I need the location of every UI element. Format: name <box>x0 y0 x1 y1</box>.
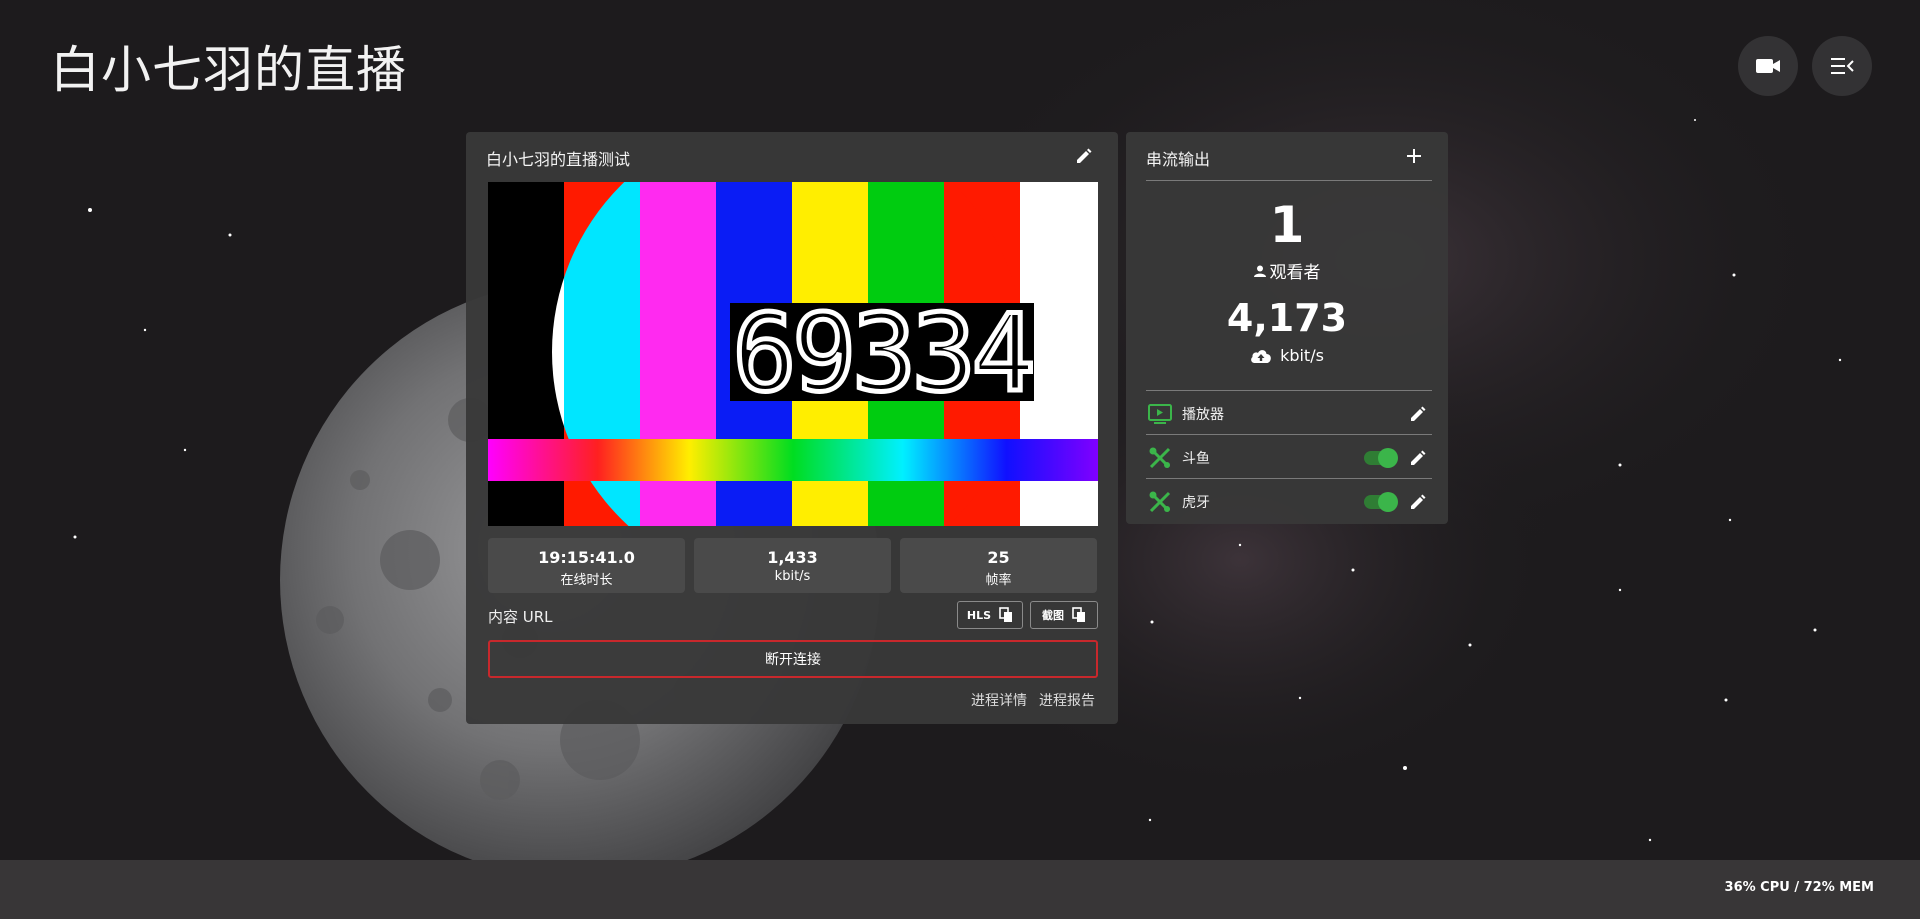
add-egress-button[interactable] <box>1402 144 1426 168</box>
cloud-upload-icon <box>1251 349 1271 363</box>
egress-card: 串流输出 1 观看者 4,173 kbit/s 播放器 斗鱼 虎牙 <box>1126 132 1448 524</box>
douyu-toggle[interactable] <box>1364 448 1398 468</box>
pencil-icon <box>1411 450 1426 465</box>
tools-icon <box>1149 491 1171 513</box>
content-url-label: 内容 URL <box>488 608 553 626</box>
test-pattern-image: 69334 <box>488 182 1098 526</box>
process-report-link[interactable]: 进程报告 <box>1039 690 1095 710</box>
pencil-icon <box>1077 148 1092 163</box>
person-icon <box>1253 265 1266 277</box>
bandwidth-value: 4,173 <box>1226 296 1348 340</box>
bandwidth-unit: kbit/s <box>1280 346 1324 365</box>
egress-row-player[interactable]: 播放器 <box>1146 392 1432 434</box>
edit-huya-button[interactable] <box>1406 490 1430 514</box>
bandwidth-row: kbit/s <box>1126 346 1448 365</box>
disconnect-button[interactable]: 断开连接 <box>488 640 1098 678</box>
egress-row-douyu[interactable]: 斗鱼 <box>1146 436 1432 478</box>
tools-icon <box>1149 447 1171 469</box>
divider <box>1146 478 1432 479</box>
menu-button[interactable] <box>1812 36 1872 96</box>
divider <box>1146 180 1432 181</box>
huya-toggle[interactable] <box>1364 492 1398 512</box>
egress-title: 串流输出 <box>1146 150 1211 169</box>
framerate-value: 25 <box>987 548 1010 567</box>
copy-hls-button[interactable]: HLS <box>957 601 1023 629</box>
egress-name: 斗鱼 <box>1182 451 1210 467</box>
edit-player-button[interactable] <box>1406 402 1430 426</box>
system-usage: 36% CPU / 72% MEM <box>1724 880 1874 895</box>
framerate-stat: 25 帧率 <box>900 538 1097 593</box>
framerate-label: 帧率 <box>985 573 1012 588</box>
viewers-count: 1 <box>1269 196 1305 254</box>
edit-douyu-button[interactable] <box>1406 446 1430 470</box>
stream-title: 白小七羽的直播测试 <box>486 150 631 169</box>
bitrate-value: 1,433 <box>767 548 818 567</box>
snapshot-label: 截图 <box>1042 609 1064 622</box>
bitrate-label: kbit/s <box>774 569 811 584</box>
plus-icon <box>1407 149 1421 163</box>
viewers-label: 观看者 <box>1269 263 1321 283</box>
footer-bar <box>0 860 1920 919</box>
process-details-link[interactable]: 进程详情 <box>971 690 1027 710</box>
uptime-stat: 19:15:41.0 在线时长 <box>488 538 685 593</box>
camera-icon <box>1756 59 1780 73</box>
test-pattern-counter: 69334 <box>732 292 1031 415</box>
edit-stream-button[interactable] <box>1072 144 1096 168</box>
copy-snapshot-button[interactable]: 截图 <box>1030 601 1098 629</box>
uptime-value: 19:15:41.0 <box>538 548 635 567</box>
egress-row-huya[interactable]: 虎牙 <box>1146 480 1432 522</box>
video-preview[interactable]: 69334 <box>488 182 1098 526</box>
divider <box>1146 390 1432 391</box>
camera-button[interactable] <box>1738 36 1798 96</box>
hls-label: HLS <box>966 608 992 622</box>
bitrate-stat: 1,433 kbit/s <box>694 538 891 593</box>
egress-name: 虎牙 <box>1182 495 1210 511</box>
stream-card: 白小七羽的直播测试 69334 19:15:41.0 在线时长 1,433 kb… <box>466 132 1118 724</box>
copy-icon <box>999 607 1013 622</box>
player-icon <box>1148 404 1172 424</box>
pencil-icon <box>1411 494 1426 509</box>
page-title: 白小七羽的直播 <box>50 41 407 99</box>
copy-icon <box>1072 607 1085 622</box>
divider <box>1146 434 1432 435</box>
egress-name: 播放器 <box>1182 407 1224 423</box>
uptime-label: 在线时长 <box>560 573 613 588</box>
menu-collapse-icon <box>1831 58 1854 74</box>
viewers-row: 观看者 <box>1126 258 1448 283</box>
pencil-icon <box>1411 406 1426 421</box>
